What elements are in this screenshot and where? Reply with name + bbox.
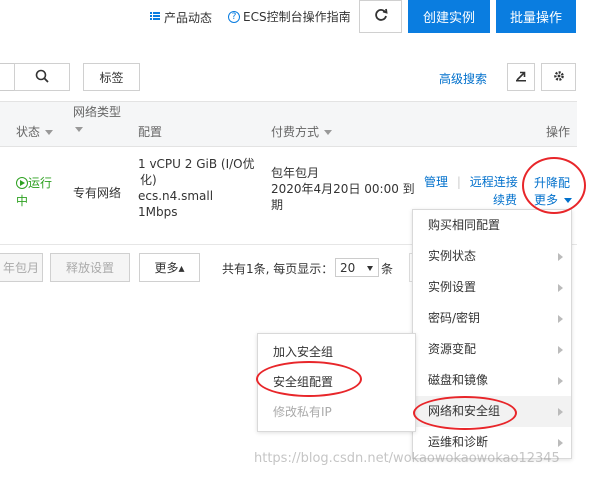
remote-connect-link[interactable]: 远程连接 — [470, 175, 518, 189]
running-status: 运行 中 — [16, 176, 53, 208]
ecs-guide-label: ECS控制台操作指南 — [243, 10, 351, 24]
row-actions: 管理 | 远程连接 — [424, 174, 518, 190]
chevron-right-icon — [558, 253, 563, 261]
chevron-right-icon — [558, 439, 563, 447]
more-menu-item-label: 购买相同配置 — [428, 218, 501, 232]
watermark-text: https://blog.csdn.net/wokaowokaowokao123… — [254, 451, 560, 466]
list-icon — [150, 10, 160, 24]
export-button[interactable] — [507, 63, 535, 91]
search-icon — [35, 69, 49, 86]
chevron-right-icon — [558, 346, 563, 354]
advanced-search-link[interactable]: 高级搜索 — [439, 70, 487, 87]
more-menu-item-label: 网络和安全组 — [428, 404, 501, 418]
pagination-text: 共有1条, 每页显示： — [222, 262, 334, 276]
network-security-submenu: 加入安全组 安全组配置 修改私有IP — [257, 333, 416, 432]
refresh-icon — [374, 8, 388, 25]
col-config-header: 配置 — [138, 125, 163, 139]
chevron-right-icon — [558, 377, 563, 385]
renew-link[interactable]: 续费 — [493, 191, 517, 208]
footer-more-button[interactable]: 更多▴ — [139, 253, 200, 282]
more-menu-item[interactable]: 磁盘和镜像 — [413, 365, 571, 396]
ecs-guide-link[interactable]: ? ECS控制台操作指南 — [228, 8, 351, 25]
instance-config: 1 vCPU 2 GiB (I/O优 化) ecs.n4.small 1Mbps — [138, 157, 255, 219]
chevron-right-icon — [558, 408, 563, 416]
more-dropdown-menu: 购买相同配置 实例状态实例设置密码/密钥资源变配磁盘和镜像网络和安全组 运维和诊断 — [412, 209, 572, 459]
refresh-button[interactable] — [359, 0, 402, 33]
export-icon — [515, 70, 527, 85]
more-menu-item-label: 磁盘和镜像 — [428, 373, 489, 387]
settings-button[interactable] — [541, 63, 576, 91]
separator: | — [456, 175, 461, 189]
caret-down-icon — [563, 198, 572, 203]
search-input[interactable] — [0, 63, 15, 91]
more-menu-item[interactable]: 资源变配 — [413, 334, 571, 365]
more-menu-item-label: 资源变配 — [428, 342, 477, 356]
security-group-config-item[interactable]: 安全组配置 — [258, 367, 415, 397]
create-instance-button[interactable]: 创建实例 — [408, 0, 490, 33]
billing-info: 包年包月 2020年4月20日 00:00 到 期 — [271, 166, 415, 212]
release-settings-button[interactable]: 释放设置 — [50, 253, 130, 282]
col-actions-header: 操作 — [546, 125, 571, 139]
help-circle-icon: ? — [228, 10, 240, 23]
tag-button[interactable]: 标签 — [83, 63, 140, 91]
modify-private-ip-item: 修改私有IP — [273, 405, 332, 419]
page-size-unit: 条 — [381, 262, 394, 276]
more-menu-item[interactable]: 网络和安全组 — [413, 396, 571, 427]
col-network-header[interactable]: 网络类型 — [73, 104, 121, 138]
search-button[interactable] — [14, 63, 70, 91]
caret-down-icon — [75, 127, 83, 132]
caret-down-icon — [324, 130, 333, 135]
product-news-label: 产品动态 — [164, 10, 213, 25]
more-menu-item[interactable]: 实例设置 — [413, 272, 571, 303]
more-menu-item-label: 实例设置 — [428, 280, 477, 294]
page-size-select[interactable]: 20 — [335, 258, 379, 277]
more-menu-item-label: 实例状态 — [428, 249, 477, 263]
product-news-link[interactable]: 产品动态 — [150, 9, 212, 25]
network-type: 专有网络 — [73, 186, 122, 200]
upgrade-link[interactable]: 升降配 — [534, 174, 570, 191]
more-menu-item[interactable]: 密码/密钥 — [413, 303, 571, 334]
col-billing-header[interactable]: 付费方式 — [271, 123, 333, 140]
yearly-button[interactable]: 年包月 — [0, 253, 43, 282]
more-menu-item[interactable]: 购买相同配置 — [413, 210, 571, 241]
more-dropdown-toggle[interactable]: 更多 — [534, 191, 572, 208]
triangle-down-icon — [367, 266, 373, 271]
more-menu-item-label: 密码/密钥 — [428, 311, 481, 325]
join-security-group-item[interactable]: 加入安全组 — [258, 337, 415, 367]
play-circle-icon — [16, 177, 28, 189]
chevron-right-icon — [558, 315, 563, 323]
gear-icon — [553, 70, 565, 85]
more-menu-item[interactable]: 实例状态 — [413, 241, 571, 272]
manage-link[interactable]: 管理 — [424, 175, 448, 189]
caret-down-icon — [45, 130, 54, 135]
batch-ops-button[interactable]: 批量操作 — [496, 0, 576, 33]
more-menu-item-label: 运维和诊断 — [428, 435, 489, 449]
chevron-right-icon — [558, 284, 563, 292]
col-status-header[interactable]: 状态 — [16, 123, 54, 140]
